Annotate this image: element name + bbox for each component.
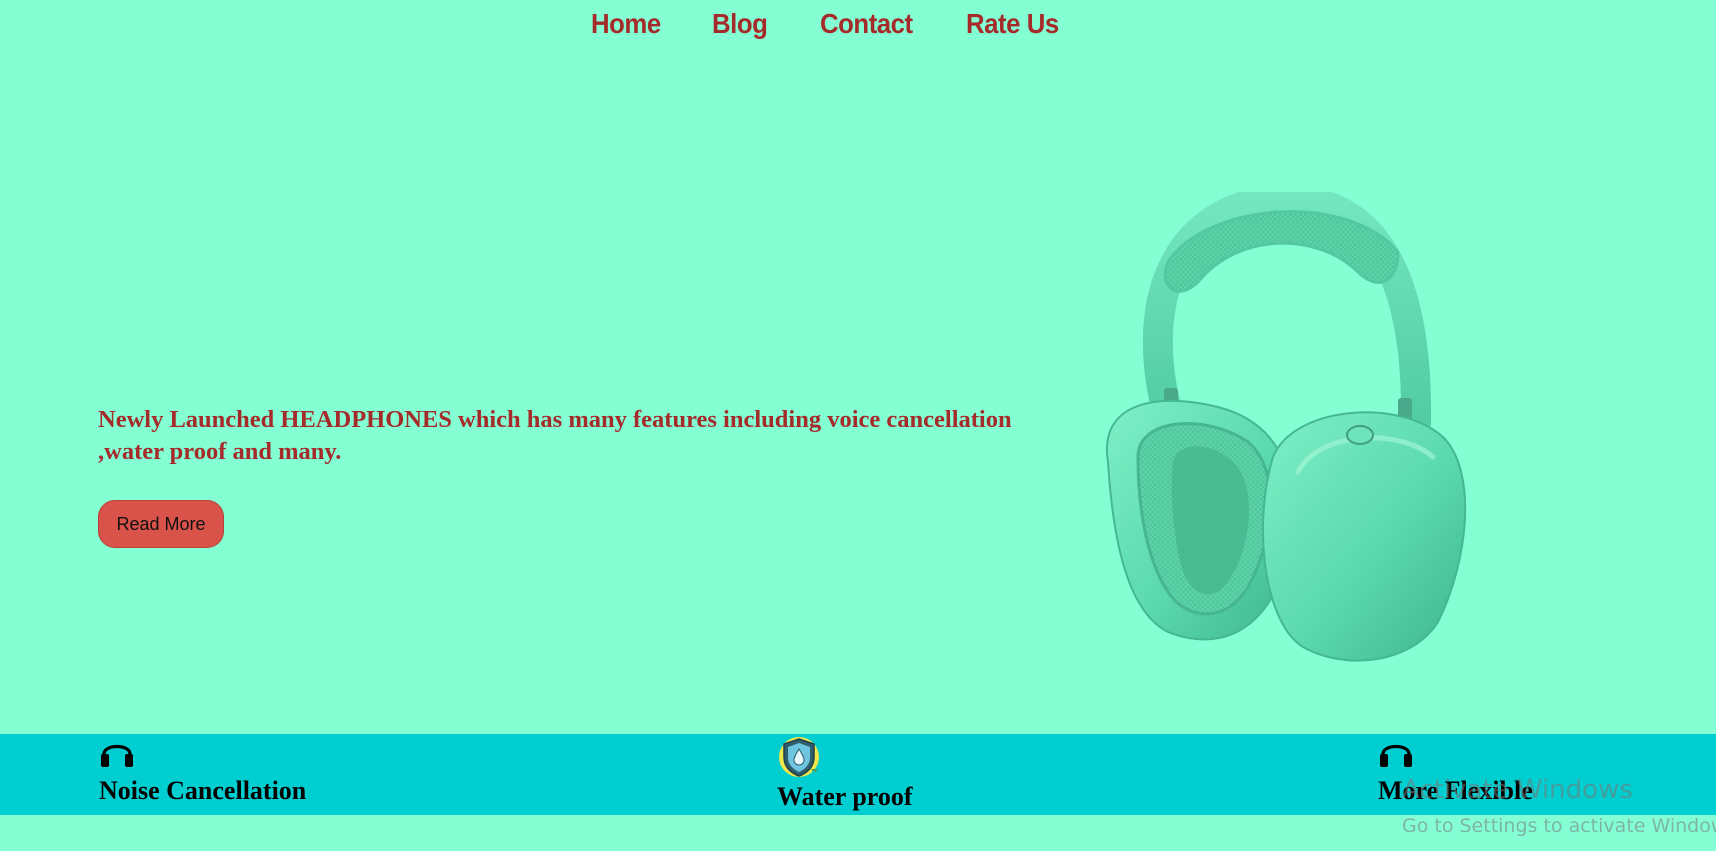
nav-home-link[interactable]: Home — [591, 8, 661, 40]
hero-description: Newly Launched HEADPHONES which has many… — [98, 406, 1012, 465]
features-bar: Noise Cancellation Water proof More Flex… — [0, 734, 1716, 815]
watermark-subtitle: Go to Settings to activate Windows. — [1402, 815, 1716, 837]
nav-rate-us-link[interactable]: Rate Us — [966, 8, 1059, 40]
water-shield-icon — [779, 737, 819, 777]
feature-title: More Flexible — [1378, 776, 1533, 805]
top-nav: Home Blog Contact Rate Us — [0, 8, 1716, 48]
headphones-image — [1105, 192, 1467, 662]
nav-blog-link[interactable]: Blog — [712, 8, 768, 40]
feature-title: Water proof — [777, 782, 913, 811]
nav-contact-link[interactable]: Contact — [820, 8, 913, 40]
headphones-icon — [101, 744, 133, 767]
read-more-button[interactable]: Read More — [98, 500, 224, 548]
feature-title: Noise Cancellation — [99, 776, 307, 805]
headphones-icon — [1380, 744, 1412, 767]
